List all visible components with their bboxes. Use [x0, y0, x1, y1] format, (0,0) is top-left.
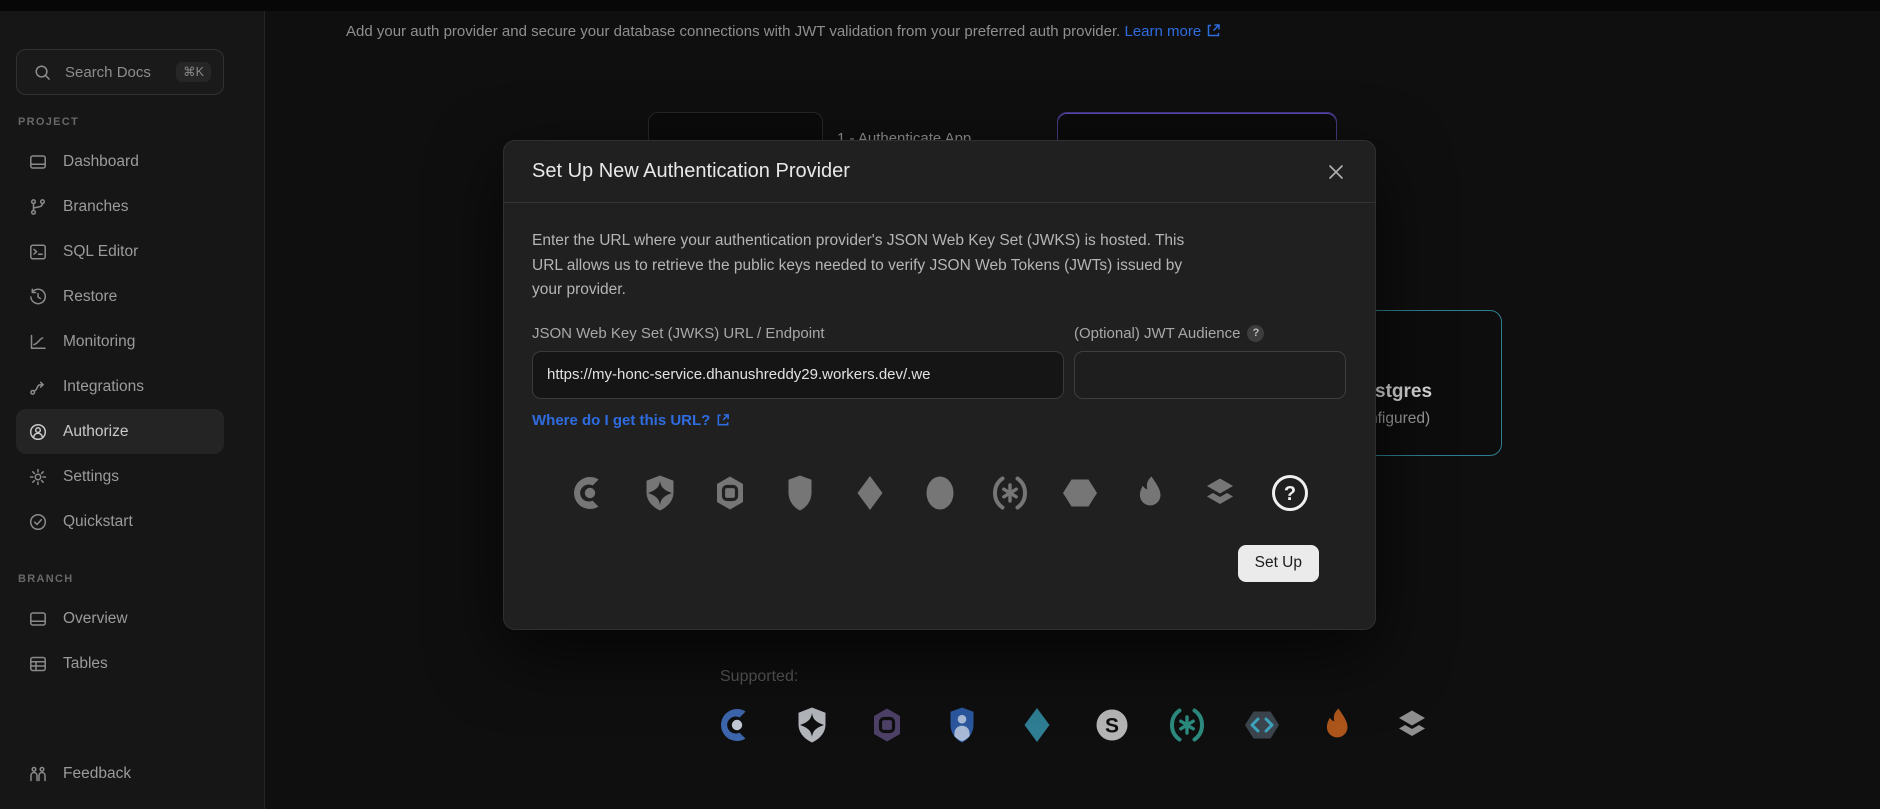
provider-stack-icon: [1392, 705, 1432, 745]
search-label: Search Docs: [65, 64, 176, 81]
supported-label: Supported:: [720, 668, 798, 686]
modal-body: Enter the URL where your authentication …: [504, 203, 1375, 582]
provider-hexagon-code-icon: [1242, 705, 1282, 745]
feedback-label: Feedback: [63, 765, 131, 783]
modal-description: Enter the URL where your authentication …: [532, 229, 1200, 303]
sidebar-item-overview[interactable]: Overview: [16, 596, 224, 641]
svg-text:S: S: [1105, 715, 1119, 738]
sidebar-item-authorize[interactable]: Authorize: [16, 409, 224, 454]
provider-s-circle-icon: S: [1092, 705, 1132, 745]
sidebar-item-sql-editor[interactable]: SQL Editor: [16, 229, 224, 274]
modal-title: Set Up New Authentication Provider: [532, 160, 850, 183]
provider-shield-star-icon: [792, 705, 832, 745]
provider-selector-row: ?: [532, 473, 1347, 513]
provider-diamond-icon: [1017, 705, 1057, 745]
provider-swirl-c-icon: [717, 705, 757, 745]
jwks-field-group: JSON Web Key Set (JWKS) URL / Endpoint: [532, 325, 1064, 399]
provider-brackets-asterisk-icon[interactable]: [990, 473, 1030, 513]
jwt-audience-input[interactable]: [1074, 351, 1346, 399]
provider-droplet-icon: [1317, 705, 1357, 745]
window-top-edge: [0, 0, 1880, 11]
audience-field-group: (Optional) JWT Audience ?: [1074, 325, 1346, 399]
learn-more-link[interactable]: Learn more: [1124, 23, 1221, 40]
postgres-card-subtitle: nfigured): [1369, 410, 1430, 428]
sidebar-item-restore[interactable]: Restore: [16, 274, 224, 319]
where-url-link[interactable]: Where do I get this URL?: [532, 412, 730, 429]
search-shortcut: ⌘K: [176, 62, 211, 83]
dashboard-icon: [28, 152, 48, 172]
monitoring-icon: [28, 332, 48, 352]
svg-text:?: ?: [1283, 483, 1295, 505]
sidebar-item-monitoring[interactable]: Monitoring: [16, 319, 224, 364]
provider-hex-ring-icon: [867, 705, 907, 745]
setup-auth-provider-modal: Set Up New Authentication Provider Enter…: [503, 140, 1376, 630]
search-icon: [33, 63, 52, 82]
restore-icon: [28, 287, 48, 307]
provider-oval-icon[interactable]: [920, 473, 960, 513]
jwt-audience-label: (Optional) JWT Audience ?: [1074, 325, 1346, 342]
sidebar-item-branches[interactable]: Branches: [16, 184, 224, 229]
tables-icon: [28, 654, 48, 674]
external-link-icon: [716, 413, 730, 427]
modal-fields-row: JSON Web Key Set (JWKS) URL / Endpoint (…: [532, 325, 1347, 399]
authorize-icon: [28, 422, 48, 442]
sidebar: Search Docs ⌘K PROJECT DashboardBranches…: [0, 11, 265, 809]
provider-hexagon-icon[interactable]: [1060, 473, 1100, 513]
app-window: Search Docs ⌘K PROJECT DashboardBranches…: [0, 0, 1880, 809]
provider-shield-star-icon[interactable]: [640, 473, 680, 513]
jwks-url-input[interactable]: [532, 351, 1064, 399]
modal-footer: Set Up: [532, 513, 1347, 582]
supported-providers-row: S: [717, 705, 1432, 745]
provider-shield-person-icon[interactable]: [780, 473, 820, 513]
search-docs-button[interactable]: Search Docs ⌘K: [16, 49, 224, 95]
provider-question-icon[interactable]: ?: [1270, 473, 1310, 513]
section-label-project: PROJECT: [18, 116, 264, 128]
sidebar-item-tables[interactable]: Tables: [16, 641, 224, 686]
provider-swirl-c-icon[interactable]: [570, 473, 610, 513]
close-icon[interactable]: [1325, 161, 1347, 183]
quickstart-icon: [28, 512, 48, 532]
provider-stack-icon[interactable]: [1200, 473, 1240, 513]
banner-text: Add your auth provider and secure your d…: [346, 23, 1120, 40]
feedback-people-icon: [28, 764, 48, 784]
sql-editor-icon: [28, 242, 48, 262]
sidebar-item-quickstart[interactable]: Quickstart: [16, 499, 224, 544]
external-link-icon: [1206, 23, 1221, 42]
sidebar-item-settings[interactable]: Settings: [16, 454, 224, 499]
modal-header: Set Up New Authentication Provider: [504, 141, 1375, 203]
set-up-button[interactable]: Set Up: [1238, 545, 1319, 582]
sidebar-item-feedback[interactable]: Feedback: [16, 751, 224, 796]
postgres-card-title: stgres: [1375, 381, 1432, 403]
branches-icon: [28, 197, 48, 217]
integrations-icon: [28, 377, 48, 397]
provider-shield-person-icon: [942, 705, 982, 745]
auth-description-banner: Add your auth provider and secure your d…: [346, 23, 1221, 42]
sidebar-item-dashboard[interactable]: Dashboard: [16, 139, 224, 184]
provider-brackets-asterisk-icon: [1167, 705, 1207, 745]
sidebar-item-integrations[interactable]: Integrations: [16, 364, 224, 409]
provider-diamond-icon[interactable]: [850, 473, 890, 513]
provider-droplet-icon[interactable]: [1130, 473, 1170, 513]
settings-icon: [28, 467, 48, 487]
help-question-badge[interactable]: ?: [1247, 325, 1264, 342]
project-nav-list: DashboardBranchesSQL EditorRestoreMonito…: [0, 139, 264, 544]
provider-hex-ring-icon[interactable]: [710, 473, 750, 513]
overview-icon: [28, 609, 48, 629]
section-label-branch: BRANCH: [18, 573, 264, 585]
jwks-url-label: JSON Web Key Set (JWKS) URL / Endpoint: [532, 325, 1064, 342]
branch-nav-list: OverviewTables: [0, 596, 264, 686]
